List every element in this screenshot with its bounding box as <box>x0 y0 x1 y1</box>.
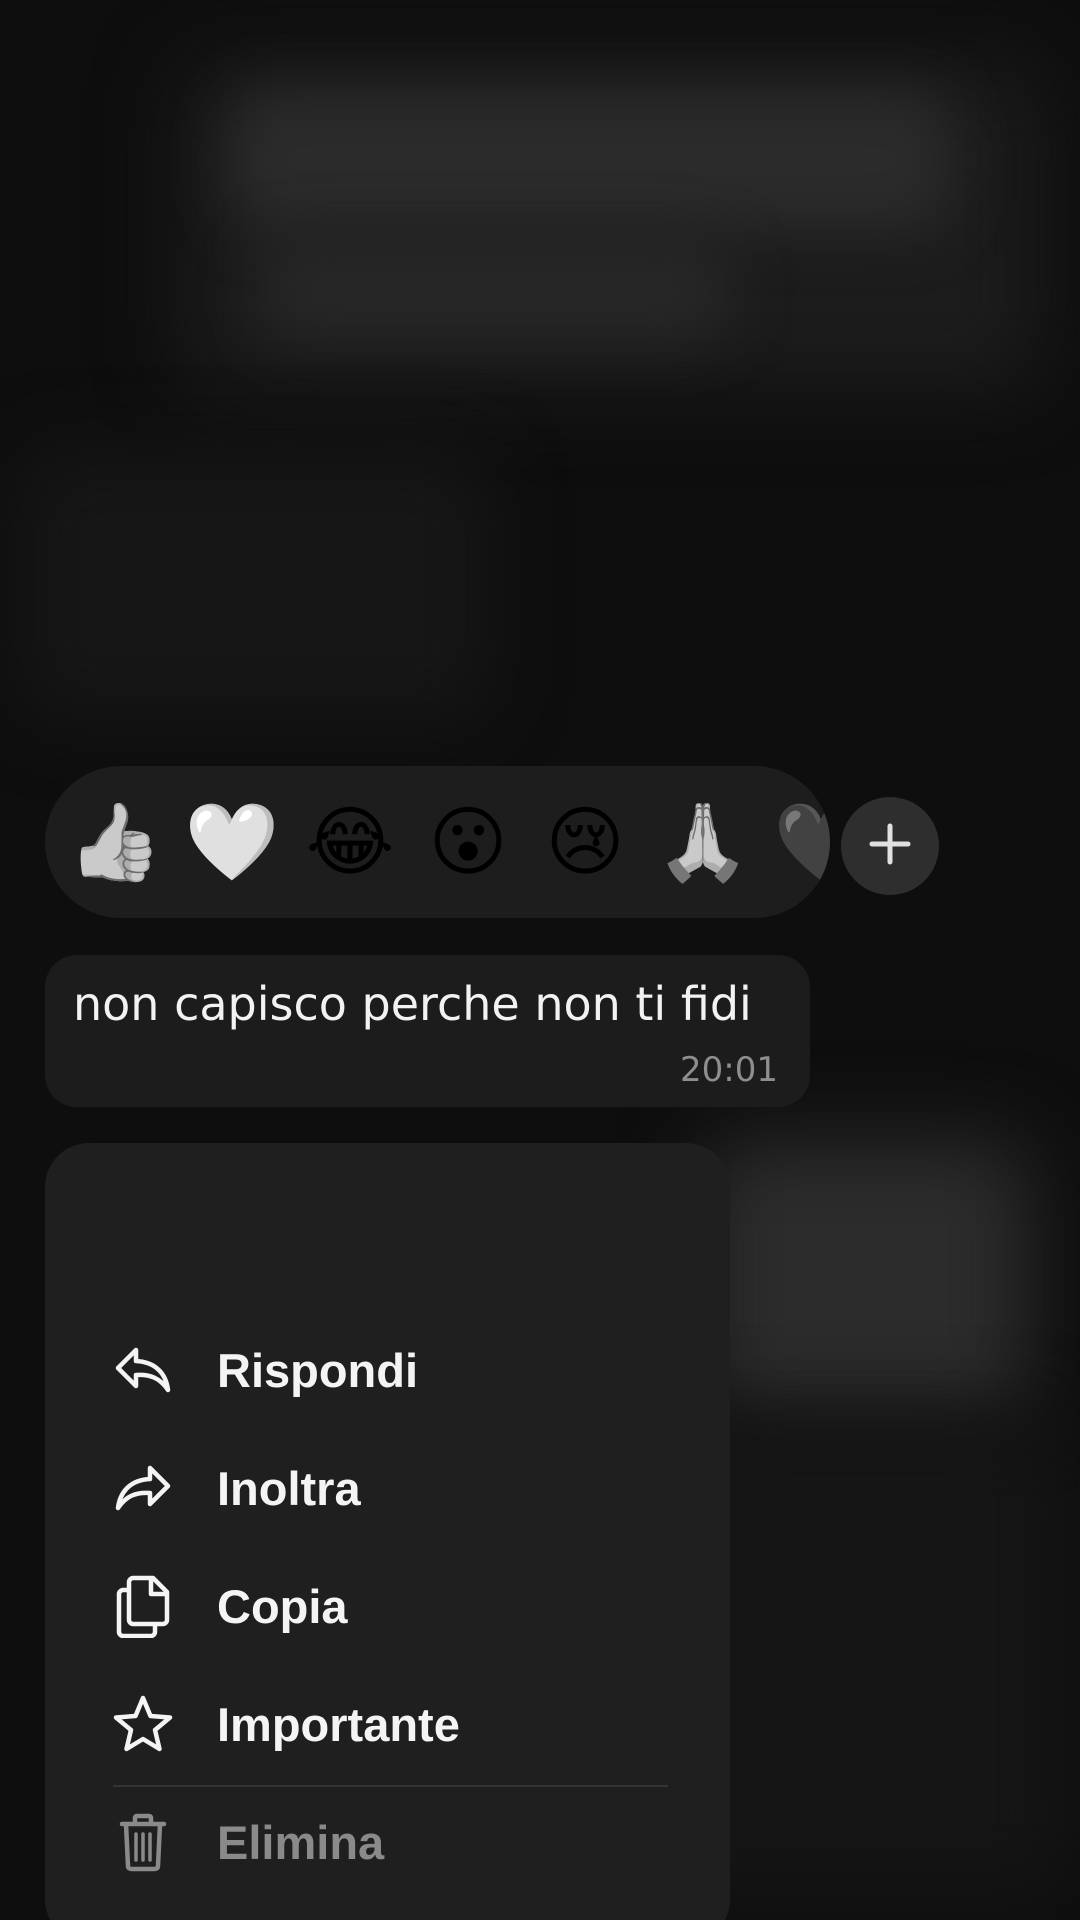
add-reaction-button[interactable] <box>841 797 939 895</box>
menu-label-reply: Rispondi <box>217 1343 419 1397</box>
reaction-thumbs-up[interactable]: 👍 <box>65 766 165 918</box>
message-text: non capisco perche non ti fidi <box>73 977 752 1031</box>
menu-item-reply[interactable]: Rispondi <box>45 1315 730 1425</box>
reaction-pray[interactable]: 🙏 <box>653 766 753 918</box>
plus-icon <box>866 820 914 872</box>
menu-item-more[interactable] <box>45 1784 730 1894</box>
blurred-background <box>230 90 950 230</box>
reaction-laugh[interactable]: 😂 <box>300 766 400 918</box>
menu-item-star[interactable]: Importante <box>45 1669 730 1779</box>
context-menu: Rispondi Inoltra Copia Importante Elimin… <box>45 1143 730 1920</box>
blurred-background <box>20 450 490 720</box>
screen: 👍 🤍 😂 😮 😢 🙏 🖤 non capisco perche non ti … <box>0 0 1080 1920</box>
menu-item-forward[interactable]: Inoltra <box>45 1433 730 1543</box>
message-time: 20:01 <box>680 1050 778 1090</box>
reaction-heart[interactable]: 🤍 <box>182 766 282 918</box>
reply-icon <box>113 1340 173 1400</box>
blurred-background <box>700 1140 1030 1420</box>
menu-item-copy[interactable]: Copia <box>45 1551 730 1661</box>
reaction-black-heart[interactable]: 🖤 <box>771 766 830 918</box>
blurred-background <box>260 240 730 340</box>
forward-icon <box>113 1458 173 1518</box>
menu-label-copy: Copia <box>217 1579 348 1633</box>
reaction-surprised[interactable]: 😮 <box>418 766 518 918</box>
menu-label-forward: Inoltra <box>217 1461 361 1515</box>
menu-label-important: Importante <box>217 1697 460 1751</box>
star-icon <box>113 1694 173 1754</box>
message-bubble[interactable]: non capisco perche non ti fidi 20:01 <box>45 955 810 1107</box>
copy-icon <box>113 1575 173 1638</box>
reaction-bar: 👍 🤍 😂 😮 😢 🙏 🖤 <box>45 766 830 918</box>
reaction-sad[interactable]: 😢 <box>535 766 635 918</box>
